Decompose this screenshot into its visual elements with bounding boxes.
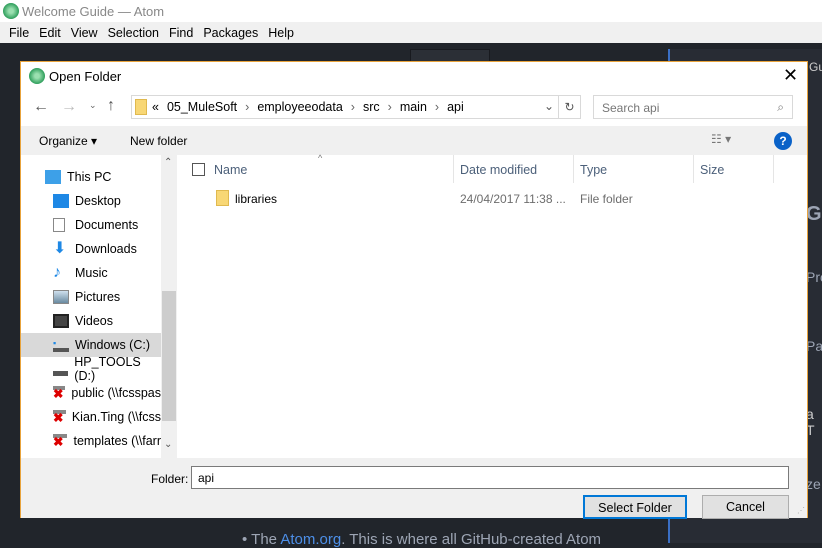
breadcrumb-item[interactable]: main [400, 100, 427, 114]
nav-windows-c[interactable]: ▪ Windows (C:) [21, 333, 161, 357]
breadcrumb-item[interactable]: src [363, 100, 380, 114]
atom-logo-icon [3, 3, 19, 19]
guide-item-packages[interactable]: Pac [806, 338, 822, 354]
scroll-up-icon[interactable]: ⌃ [164, 157, 172, 168]
file-name: libraries [235, 192, 278, 206]
menu-help[interactable]: Help [263, 22, 299, 43]
window-title: Welcome Guide — Atom [22, 4, 165, 19]
nav-this-pc[interactable]: This PC [21, 165, 161, 189]
drive-icon [53, 362, 69, 376]
column-type[interactable]: Type [574, 155, 694, 183]
file-date: 24/04/2017 11:38 ... [460, 192, 566, 206]
folder-input[interactable]: api [191, 466, 789, 489]
videos-icon [53, 314, 69, 328]
menu-file[interactable]: File [4, 22, 34, 43]
drive-icon: ▪ [53, 338, 69, 352]
cancel-button[interactable]: Cancel [702, 495, 789, 519]
new-folder-button[interactable]: New folder [130, 134, 187, 148]
guide-text: • The Atom.org. This is where all GitHub… [242, 531, 602, 548]
menu-selection[interactable]: Selection [103, 22, 164, 43]
resize-grip-icon[interactable]: ⋰ [797, 506, 805, 515]
nav-pictures[interactable]: Pictures [21, 285, 161, 309]
navigation-pane: This PC Desktop Documents ⬇ Downloads ♪ Mu… [21, 155, 161, 458]
breadcrumb-overflow[interactable]: « [152, 100, 159, 114]
window-titlebar: Welcome Guide — Atom [0, 0, 822, 22]
refresh-icon[interactable]: ↻ [558, 96, 580, 118]
search-icon: ⌕ [777, 100, 784, 114]
menu-edit[interactable]: Edit [34, 22, 66, 43]
disconnected-drive-icon: ✖ [53, 386, 66, 401]
search-input[interactable]: Search api ⌕ [593, 95, 793, 119]
scrollbar-thumb[interactable] [162, 291, 176, 421]
folder-icon [216, 190, 229, 206]
column-name[interactable]: Name ^ [208, 153, 454, 183]
nav-kian-ting-network[interactable]: ✖ Kian.Ting (\\fcss [21, 405, 161, 429]
nav-scrollbar[interactable]: ⌃ ⌄ [161, 155, 177, 458]
nav-music[interactable]: ♪ Music [21, 261, 161, 285]
dialog-toolbar: Organize ▾ New folder ☷ ▾ ? [21, 126, 807, 155]
select-folder-button[interactable]: Select Folder [583, 495, 687, 519]
nav-videos[interactable]: Videos [21, 309, 161, 333]
nav-hp-tools-d[interactable]: HP_TOOLS (D:) [21, 355, 161, 383]
menu-find[interactable]: Find [164, 22, 198, 43]
forward-arrow-icon[interactable]: → [61, 98, 77, 116]
recent-dropdown-icon[interactable]: ⌄ [89, 100, 97, 111]
folder-icon [135, 99, 147, 115]
breadcrumb-item[interactable]: employeeodata [257, 100, 342, 114]
close-icon[interactable]: ✕ [783, 65, 798, 86]
breadcrumb-item[interactable]: 05_MuleSoft [167, 100, 237, 114]
nav-downloads[interactable]: ⬇ Downloads [21, 237, 161, 261]
scroll-down-icon[interactable]: ⌄ [164, 439, 172, 450]
desktop-icon [53, 194, 69, 208]
menu-view[interactable]: View [66, 22, 103, 43]
dialog-title: Open Folder [49, 69, 122, 84]
download-arrow-icon: ⬇ [53, 240, 67, 257]
documents-icon [53, 218, 65, 232]
open-folder-dialog: Open Folder ✕ ← → ⌄ ↑ « 05_MuleSoft › emp… [20, 61, 808, 519]
column-date-modified[interactable]: Date modified [454, 155, 574, 183]
select-all-checkbox[interactable] [192, 163, 205, 176]
music-note-icon: ♪ [53, 264, 61, 281]
disconnected-drive-icon: ✖ [53, 410, 66, 424]
guide-tab-label[interactable]: Gu [809, 60, 822, 74]
address-dropdown-icon[interactable]: ⌄ [544, 99, 554, 113]
guide-heading: G [806, 203, 822, 225]
nav-documents[interactable]: Documents [21, 213, 161, 237]
nav-desktop[interactable]: Desktop [21, 189, 161, 213]
nav-public-network[interactable]: ✖ public (\\fcsspas [21, 381, 161, 405]
menu-packages[interactable]: Packages [198, 22, 263, 43]
guide-item-theme[interactable]: a T [806, 406, 822, 438]
organize-button[interactable]: Organize ▾ [39, 134, 97, 148]
file-list: Name ^ Date modified Type Size libraries … [178, 153, 807, 458]
nav-templates-network[interactable]: ✖ templates (\\farr [21, 429, 161, 453]
help-icon[interactable]: ? [774, 132, 792, 150]
address-bar[interactable]: « 05_MuleSoft › employeeodata › src › main ›… [131, 95, 581, 119]
file-type: File folder [580, 192, 633, 206]
pictures-icon [53, 290, 69, 304]
menu-bar: File Edit View Selection Find Packages H… [0, 22, 822, 43]
up-arrow-icon[interactable]: ↑ [107, 97, 115, 115]
file-row[interactable]: libraries 24/04/2017 11:38 ... File fold… [178, 187, 778, 209]
disconnected-drive-icon: ✖ [53, 434, 68, 448]
guide-item-customize[interactable]: ze [806, 476, 821, 492]
dialog-footer: Folder: api Select Folder Cancel ⋰ [21, 458, 807, 519]
guide-item-project[interactable]: Pro [806, 269, 822, 285]
view-options-icon[interactable]: ☷ ▾ [711, 132, 731, 146]
column-size[interactable]: Size [694, 155, 774, 183]
atom-org-link[interactable]: Atom.org [280, 531, 341, 548]
computer-icon [45, 170, 61, 184]
breadcrumb-item[interactable]: api [447, 100, 464, 114]
folder-label: Folder: [151, 472, 189, 486]
back-arrow-icon[interactable]: ← [33, 98, 49, 116]
dialog-logo-icon [29, 68, 45, 84]
sort-ascending-icon: ^ [318, 153, 323, 163]
